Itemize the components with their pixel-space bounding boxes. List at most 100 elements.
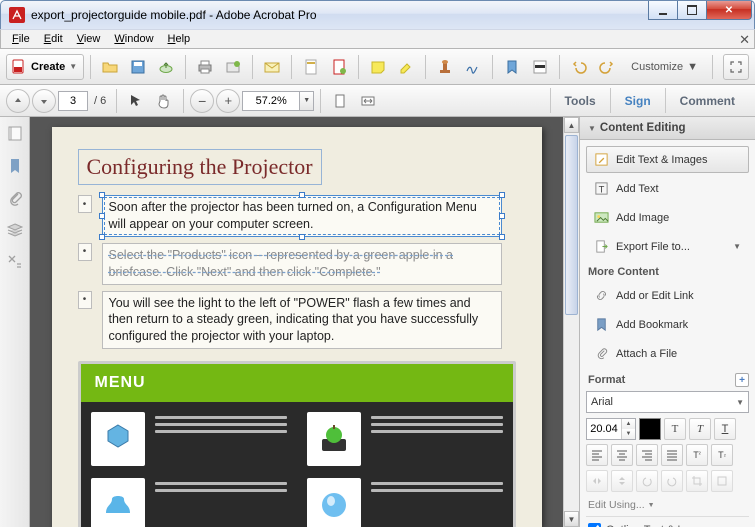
highlight-button[interactable]: [393, 54, 419, 80]
crop-button[interactable]: [686, 470, 708, 492]
layers-icon[interactable]: [6, 221, 24, 239]
flip-h-button[interactable]: [586, 470, 608, 492]
bullet-box[interactable]: •: [78, 243, 92, 261]
menu-view[interactable]: View: [70, 31, 108, 47]
align-right-button[interactable]: [636, 444, 658, 466]
stamp-button[interactable]: [432, 54, 458, 80]
window-maximize-button[interactable]: [677, 1, 707, 20]
email-button[interactable]: [259, 54, 285, 80]
zoom-input[interactable]: [242, 91, 300, 111]
edit-text-images-button[interactable]: Edit Text & Images: [586, 146, 749, 173]
page-up-button[interactable]: [6, 89, 30, 113]
add-text-button[interactable]: T Add Text: [586, 175, 749, 202]
subscript-button[interactable]: T₂: [711, 444, 733, 466]
replace-image-button[interactable]: [711, 470, 733, 492]
save-button[interactable]: [125, 54, 151, 80]
create-button[interactable]: Create ▼: [6, 54, 84, 80]
panel-header-content-editing[interactable]: ▼ Content Editing: [580, 117, 755, 140]
menu-window[interactable]: Window: [107, 31, 160, 47]
flip-v-button[interactable]: [611, 470, 633, 492]
tab-sign[interactable]: Sign: [610, 88, 665, 113]
mail-icon: [264, 59, 280, 75]
scroll-down-arrow[interactable]: ▼: [564, 511, 579, 527]
text-color-swatch[interactable]: [639, 418, 661, 440]
spin-up[interactable]: ▲: [622, 419, 635, 429]
fit-page-button[interactable]: [327, 88, 353, 114]
fit-width-button[interactable]: [355, 88, 381, 114]
outline-checkbox[interactable]: [588, 523, 601, 527]
attachments-icon[interactable]: [6, 189, 24, 207]
document-scrollbar[interactable]: ▲ ▼: [563, 117, 579, 527]
attach-file-button[interactable]: Attach a File: [586, 340, 749, 367]
export-file-button[interactable]: Export File to... ▼: [586, 233, 749, 260]
pdf-doc-icon: [331, 59, 347, 75]
menu-edit[interactable]: Edit: [37, 31, 70, 47]
print-button[interactable]: [192, 54, 218, 80]
selection-tool-button[interactable]: [123, 88, 149, 114]
zoom-out-button[interactable]: −: [190, 89, 214, 113]
customize-button[interactable]: Customize ▼: [623, 57, 706, 77]
open-button[interactable]: [97, 54, 123, 80]
superscript-button[interactable]: T²: [686, 444, 708, 466]
rotate-ccw-button[interactable]: [636, 470, 658, 492]
chevron-down-icon: ▼: [687, 61, 698, 73]
add-format-button[interactable]: +: [735, 373, 749, 387]
signatures-panel-icon[interactable]: [6, 253, 24, 271]
add-image-button[interactable]: Add Image: [586, 204, 749, 231]
align-left-button[interactable]: [586, 444, 608, 466]
font-size-input[interactable]: ▲▼: [586, 418, 636, 440]
window-minimize-button[interactable]: [648, 1, 678, 20]
tab-tools[interactable]: Tools: [550, 88, 610, 113]
menu-file[interactable]: File: [5, 31, 37, 47]
rotate-cw-button[interactable]: [661, 470, 683, 492]
redo-button[interactable]: [594, 54, 620, 80]
bookmarks-icon[interactable]: [6, 157, 24, 175]
fullscreen-button[interactable]: [723, 54, 749, 80]
align-center-button[interactable]: [611, 444, 633, 466]
tab-comment[interactable]: Comment: [665, 88, 749, 113]
hand-tool-button[interactable]: [151, 88, 177, 114]
document-viewport[interactable]: Configuring the Projector • Soon after t…: [30, 117, 563, 527]
embedded-image[interactable]: MENU: [78, 361, 516, 527]
create-form-button[interactable]: [298, 54, 324, 80]
undo-button[interactable]: [566, 54, 592, 80]
bullet-box[interactable]: •: [78, 291, 92, 309]
add-bookmark-button[interactable]: Add Bookmark: [586, 311, 749, 338]
save-to-cloud-button[interactable]: [153, 54, 179, 80]
text-block[interactable]: You will see the light to the left of "P…: [102, 291, 502, 350]
page-thumbnails-icon[interactable]: [6, 125, 24, 143]
underline-button[interactable]: T: [714, 418, 736, 440]
menu-help[interactable]: Help: [161, 31, 198, 47]
align-justify-button[interactable]: [661, 444, 683, 466]
printer-icon: [197, 59, 213, 75]
page-heading[interactable]: Configuring the Projector: [78, 149, 322, 185]
font-family-select[interactable]: Arial ▼: [586, 391, 749, 413]
convert-to-pdf-button[interactable]: [326, 54, 352, 80]
edit-using-dropdown[interactable]: Edit Using... ▼: [588, 499, 749, 511]
bold-button[interactable]: T: [664, 418, 686, 440]
italic-button[interactable]: T: [689, 418, 711, 440]
bookmark-button[interactable]: [499, 54, 525, 80]
spin-down[interactable]: ▼: [622, 429, 635, 439]
page-number-input[interactable]: [58, 91, 88, 111]
page-down-button[interactable]: [32, 89, 56, 113]
window-close-button[interactable]: [706, 1, 752, 20]
acrobat-app-icon: [9, 7, 25, 23]
bullet-box[interactable]: •: [78, 195, 92, 213]
zoom-in-button[interactable]: +: [216, 89, 240, 113]
share-button[interactable]: [220, 54, 246, 80]
menu-header: MENU: [81, 364, 513, 402]
scroll-up-arrow[interactable]: ▲: [564, 117, 579, 133]
text-block[interactable]: Select the "Products" icon – represented…: [102, 243, 502, 285]
sticky-note-button[interactable]: [365, 54, 391, 80]
redact-button[interactable]: [527, 54, 553, 80]
redo-icon: [599, 59, 615, 75]
text-block-selected[interactable]: Soon after the projector has been turned…: [102, 195, 502, 237]
sign-tool-button[interactable]: [460, 54, 486, 80]
add-link-button[interactable]: Add or Edit Link: [586, 282, 749, 309]
scroll-thumb[interactable]: [565, 135, 578, 315]
close-document-icon[interactable]: ✕: [739, 32, 750, 48]
align-right-icon: [641, 449, 653, 461]
replace-icon: [716, 475, 728, 487]
zoom-dropdown-button[interactable]: ▼: [300, 91, 314, 111]
